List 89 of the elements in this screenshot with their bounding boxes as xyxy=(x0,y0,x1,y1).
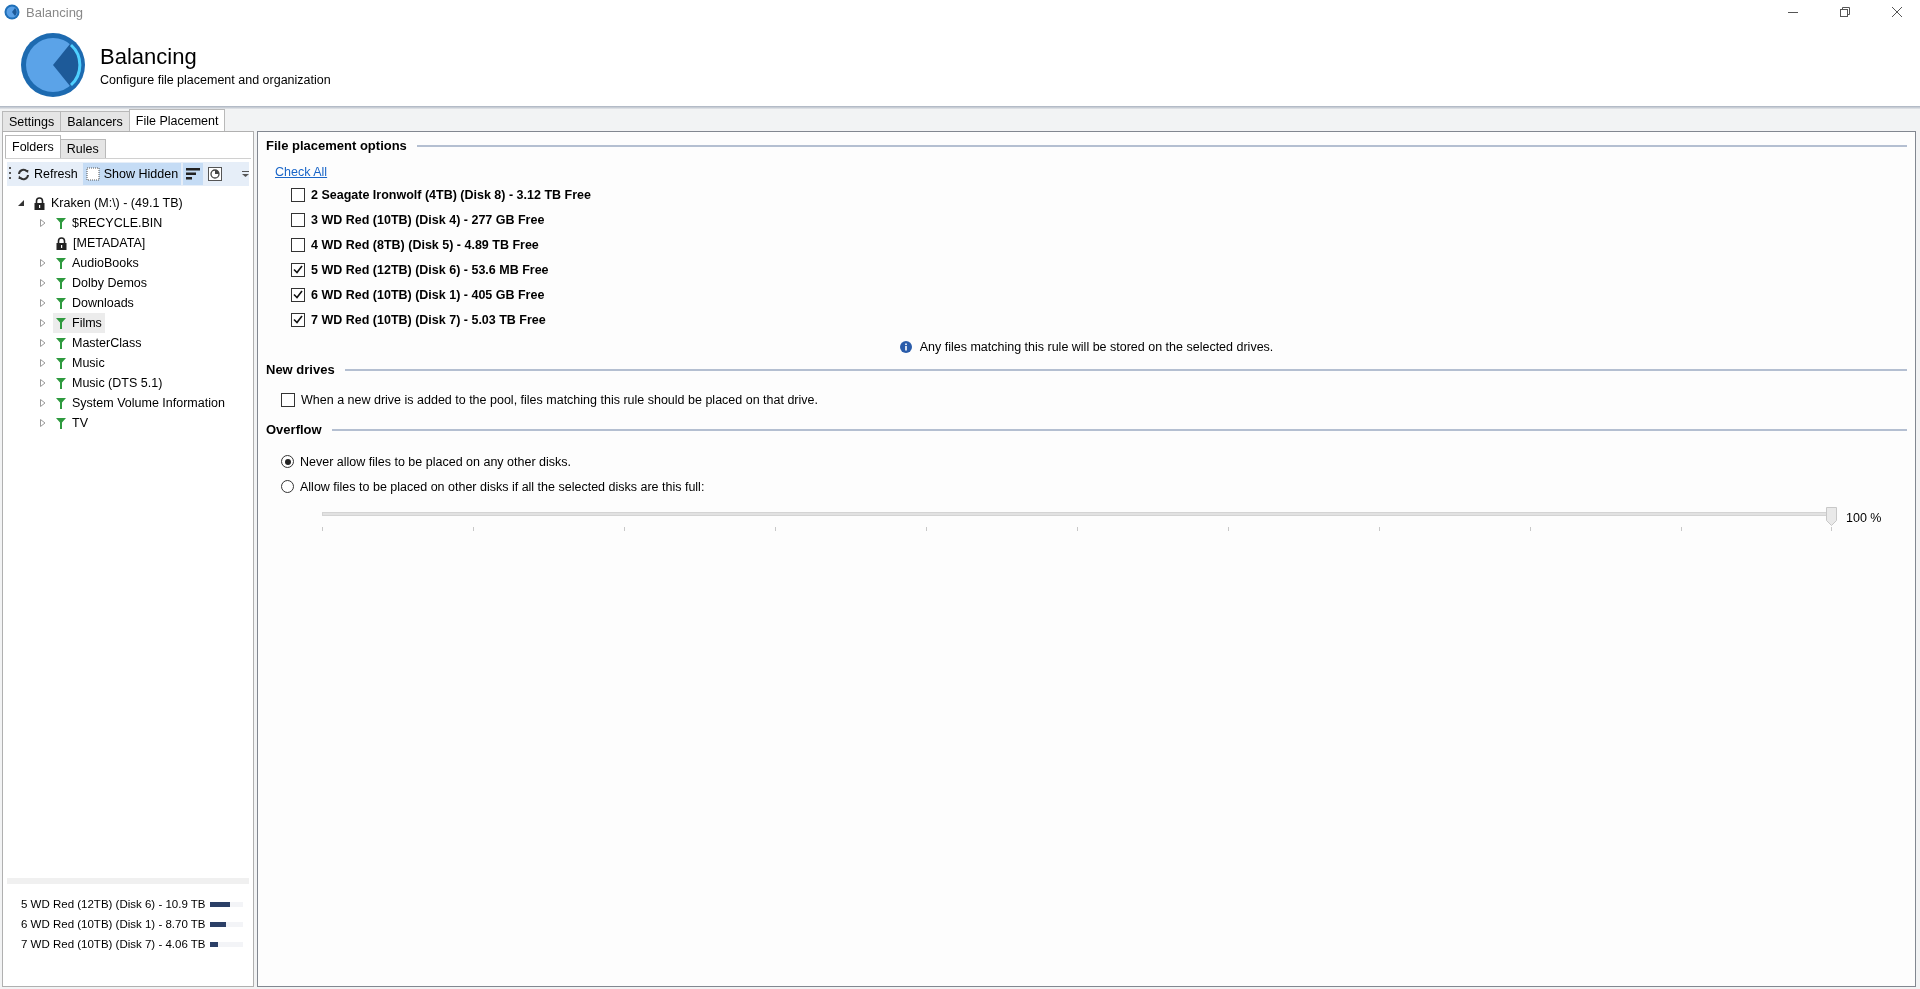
toolbar-button[interactable]: Refresh xyxy=(14,163,81,185)
tree-item[interactable]: System Volume Information xyxy=(53,393,228,413)
expand-arrow-icon[interactable] xyxy=(39,279,47,287)
filter-icon xyxy=(56,317,66,329)
drive-label: 2 Seagate Ironwolf (4TB) (Disk 8) - 3.12 TB Free xyxy=(311,187,591,202)
tab[interactable]: Folders xyxy=(5,135,61,158)
tree-item[interactable]: [METADATA] xyxy=(53,233,149,253)
tree-item[interactable]: AudioBooks xyxy=(53,253,142,273)
drive-label: 3 WD Red (10TB) (Disk 4) - 277 GB Free xyxy=(311,212,545,227)
filter-icon xyxy=(56,297,66,309)
checkbox[interactable] xyxy=(291,212,305,227)
filter-icon xyxy=(56,277,66,289)
checkbox[interactable] xyxy=(291,312,305,327)
tree-item[interactable]: MasterClass xyxy=(53,333,145,353)
collapse-arrow-icon[interactable] xyxy=(17,199,25,207)
checkbox-label: When a new drive is added to the pool, files matching this rule should be placed on that drive. xyxy=(301,392,818,407)
expand-arrow-icon[interactable] xyxy=(39,299,47,307)
filter-icon xyxy=(56,257,66,269)
window-title: Balancing xyxy=(26,4,84,20)
drive-label: 4 WD Red (8TB) (Disk 5) - 4.89 TB Free xyxy=(311,237,539,252)
section-title: Overflow xyxy=(266,422,322,437)
page-subtitle: Configure file placement and organization xyxy=(100,72,331,87)
filter-icon xyxy=(56,357,66,369)
tree-item[interactable]: $RECYCLE.BIN xyxy=(53,213,166,233)
restore-icon xyxy=(1840,7,1850,17)
slider-thumb[interactable] xyxy=(1826,507,1837,526)
lock-icon xyxy=(34,196,45,210)
refresh-icon xyxy=(17,167,30,181)
drive-label: 6 WD Red (10TB) (Disk 1) - 405 GB Free xyxy=(311,287,545,302)
tab[interactable]: Balancers xyxy=(60,111,130,131)
info-text: Any files matching this rule will be stored on the selected drives. xyxy=(919,340,1274,354)
expand-arrow-icon[interactable] xyxy=(39,359,47,367)
page-title: Balancing xyxy=(100,43,198,70)
expand-arrow-icon[interactable] xyxy=(39,259,47,267)
pie-chart-icon xyxy=(208,167,223,181)
grip-icon xyxy=(9,166,12,182)
radio-button[interactable] xyxy=(281,480,294,493)
filter-icon xyxy=(56,377,66,389)
filter-icon xyxy=(56,337,66,349)
checkbox[interactable] xyxy=(291,287,305,302)
tree-item[interactable]: Music xyxy=(53,353,108,373)
expand-arrow-icon[interactable] xyxy=(39,399,47,407)
checkmark-icon xyxy=(293,315,303,324)
tree-item[interactable]: Films xyxy=(53,313,105,333)
expand-arrow-icon[interactable] xyxy=(39,379,47,387)
tree-item[interactable]: Downloads xyxy=(53,293,137,313)
section-title: File placement options xyxy=(266,138,407,153)
filter-icon xyxy=(56,217,66,229)
toolbar-button[interactable] xyxy=(183,163,204,185)
expand-arrow-icon[interactable] xyxy=(39,419,47,427)
overflow-dropdown-icon[interactable] xyxy=(242,171,249,177)
toolbar-button[interactable]: Show Hidden xyxy=(82,163,182,185)
sort-icon xyxy=(186,168,201,180)
drive-label: 7 WD Red (10TB) (Disk 7) - 5.03 TB Free xyxy=(311,312,546,327)
checkmark-icon xyxy=(293,265,303,274)
checkmark-icon xyxy=(293,290,303,299)
expand-arrow-icon[interactable] xyxy=(39,319,47,327)
radio-button[interactable] xyxy=(281,455,294,468)
radio-label: Never allow files to be placed on any other disks. xyxy=(300,454,571,469)
checkbox[interactable] xyxy=(291,237,305,252)
drive-label: 5 WD Red (12TB) (Disk 6) - 53.6 MB Free xyxy=(311,262,549,277)
tree-item[interactable]: Music (DTS 5.1) xyxy=(53,373,166,393)
disk-usage-label: 6 WD Red (10TB) (Disk 1) - 8.70 TB xyxy=(21,918,206,930)
filter-icon xyxy=(56,397,66,409)
dotted-square-icon xyxy=(85,167,100,181)
lock-icon xyxy=(56,236,67,250)
tab[interactable]: File Placement xyxy=(128,109,226,131)
tree-item[interactable]: Kraken (M:\) - (49.1 TB) xyxy=(31,193,186,213)
check-all-link[interactable]: Check All xyxy=(275,165,328,179)
balancing-logo-icon xyxy=(20,32,86,98)
radio-label: Allow files to be placed on other disks if all the selected disks are this full: xyxy=(300,479,705,494)
close-icon xyxy=(1892,7,1902,17)
app-icon xyxy=(4,4,20,20)
expand-arrow-icon[interactable] xyxy=(39,339,47,347)
disk-usage-label: 5 WD Red (12TB) (Disk 6) - 10.9 TB xyxy=(21,898,206,910)
info-icon xyxy=(899,341,912,353)
checkbox[interactable] xyxy=(281,392,295,407)
checkbox[interactable] xyxy=(291,262,305,277)
expand-arrow-icon[interactable] xyxy=(39,219,47,227)
section-title: New drives xyxy=(266,362,335,377)
minimize-icon xyxy=(1788,11,1798,13)
tab[interactable]: Rules xyxy=(59,139,106,158)
tree-item[interactable]: Dolby Demos xyxy=(53,273,151,293)
filter-icon xyxy=(56,417,66,429)
checkbox[interactable] xyxy=(291,187,305,202)
disk-usage-label: 7 WD Red (10TB) (Disk 7) - 4.06 TB xyxy=(21,938,206,950)
tree-item[interactable]: TV xyxy=(53,413,91,433)
tab[interactable]: Settings xyxy=(2,111,62,131)
slider-value: 100 % xyxy=(1846,511,1882,525)
